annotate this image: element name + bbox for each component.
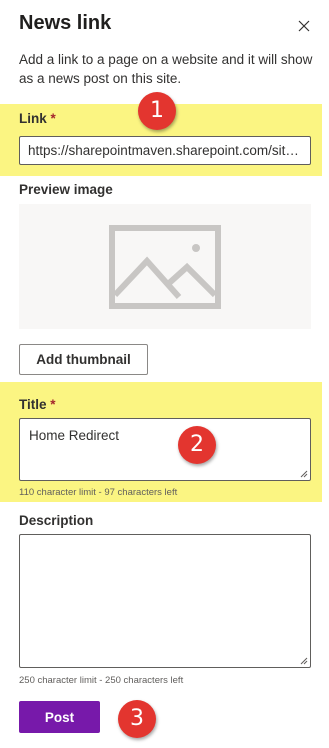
add-thumbnail-button[interactable]: Add thumbnail [19,344,148,375]
annotation-badge-2: 2 [178,426,216,464]
close-button[interactable] [294,16,314,36]
post-button[interactable]: Post [19,701,100,733]
annotation-badge-1: 1 [138,92,176,130]
link-label: Link * [19,111,56,126]
title-label: Title * [19,397,56,412]
description-char-limit: 250 character limit - 250 characters lef… [19,675,184,686]
news-link-panel: News link Add a link to a page on a webs… [0,0,329,748]
title-required-mark: * [50,397,56,412]
resize-grip-icon[interactable] [300,657,308,665]
panel-description: Add a link to a page on a website and it… [19,52,313,86]
annotation-badge-3: 3 [118,700,156,738]
resize-grip-icon[interactable] [300,470,308,478]
link-input[interactable]: https://sharepointmaven.sharepoint.com/s… [19,136,311,165]
title-value: Home Redirect [29,428,120,443]
preview-image-label: Preview image [19,182,113,197]
description-label: Description [19,513,94,528]
image-placeholder-icon [109,225,221,309]
preview-image [19,204,311,329]
link-required-mark: * [50,111,56,126]
close-icon [298,20,310,32]
description-textarea[interactable] [19,534,311,668]
panel-title: News link [19,12,112,34]
title-char-limit: 110 character limit - 97 characters left [19,487,178,498]
title-label-text: Title [19,397,47,412]
title-textarea[interactable]: Home Redirect [19,418,311,481]
link-label-text: Link [19,111,47,126]
